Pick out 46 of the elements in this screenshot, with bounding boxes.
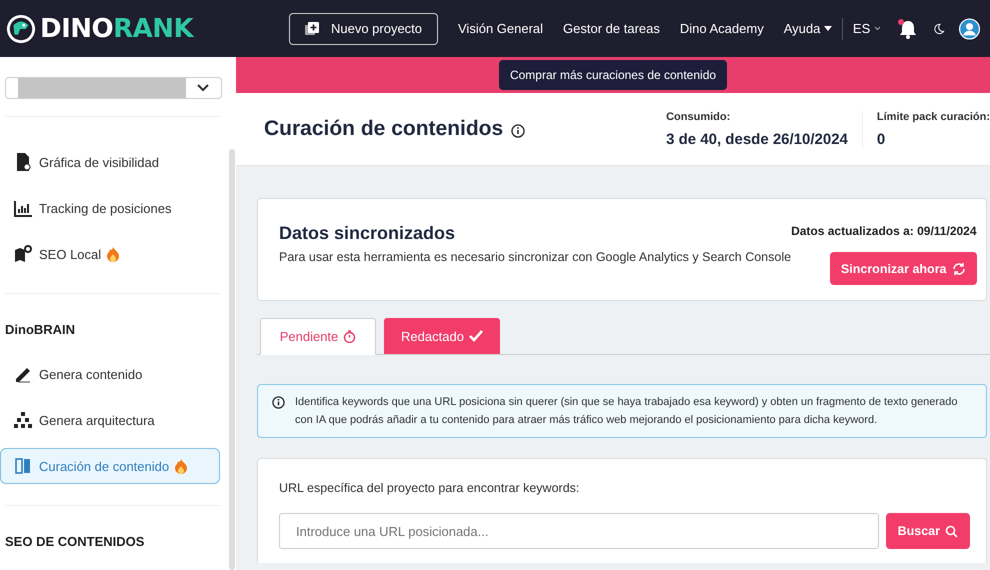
chevron-down-icon: [874, 26, 882, 31]
section-heading: SEO DE CONTENIDOS: [5, 534, 146, 549]
sidebar-item[interactable]: Genera arquitectura: [0, 402, 220, 438]
refresh-icon: [952, 262, 966, 276]
add-copy-icon: [304, 22, 319, 36]
sidebar-item[interactable]: Tracking de posiciones: [0, 190, 220, 226]
hierarchy-icon: [13, 410, 33, 430]
book-icon: [13, 456, 33, 476]
info-text: Identifica keywords que una URL posiciona sin querer (sin que se haya trabajado esa keyword) y obten un fragmento de texto generado con IA que podrás añadir a tu contenido para atraer más tráfico web mejorando el posicionamiento para dicha keyword.: [295, 395, 958, 428]
url-input-field[interactable]: Introduce una URL posicionada...: [279, 513, 879, 549]
dino-logo-icon: [6, 14, 36, 44]
buy-more-button[interactable]: Comprar más curaciones de contenido: [498, 60, 728, 90]
nav-link[interactable]: Ayuda: [784, 21, 832, 36]
stat-label: Consumido:: [666, 110, 732, 122]
page-title: Curación de contenidos: [264, 117, 504, 141]
chevron-down-icon: [197, 84, 209, 92]
search-button[interactable]: Buscar: [886, 513, 970, 549]
stat-label: Límite pack curación:: [876, 110, 990, 122]
logo-wordmark: DINORANK: [40, 14, 194, 44]
nav-link[interactable]: Visión General: [458, 21, 544, 36]
card-description: Para usar esta herramienta es necesario sincronizar con Google Analytics y Search Console: [279, 250, 792, 264]
info-icon[interactable]: [511, 124, 526, 138]
map-pin-icon: [13, 244, 33, 264]
language-selector[interactable]: ES: [852, 21, 882, 36]
nav-link[interactable]: Dino Academy: [680, 21, 764, 36]
sidebar-item[interactable]: SEO Local: [0, 236, 220, 272]
tab[interactable]: Redactado: [384, 318, 500, 354]
checkmark-icon: [468, 330, 483, 342]
updated-date: Datos actualizados a: 09/11/2024: [791, 224, 977, 238]
bar-chart-icon: [13, 198, 33, 218]
sync-now-button[interactable]: Sincronizar ahora: [830, 252, 977, 285]
sidebar-item[interactable]: Genera contenido: [0, 356, 220, 392]
field-label: URL específica del proyecto para encontrar keywords:: [279, 481, 580, 495]
new-project-button[interactable]: Nuevo proyecto: [289, 12, 438, 44]
nav-link[interactable]: Gestor de tareas: [563, 21, 660, 36]
stat-value: 0: [876, 130, 886, 148]
stat-value: 3 de 40, desde 26/10/2024: [666, 130, 848, 148]
card-title: Datos sincronizados: [279, 223, 456, 244]
scrollbar[interactable]: [229, 149, 235, 570]
sidebar-item[interactable]: Curación de contenido: [0, 448, 220, 484]
stopwatch-icon: [343, 330, 356, 343]
section-heading: DinoBRAIN: [5, 322, 76, 337]
search-icon: [945, 524, 958, 538]
info-icon: [272, 396, 285, 409]
tab[interactable]: Pendiente: [260, 318, 376, 355]
sidebar-item[interactable]: Gráfica de visibilidad: [0, 144, 220, 180]
